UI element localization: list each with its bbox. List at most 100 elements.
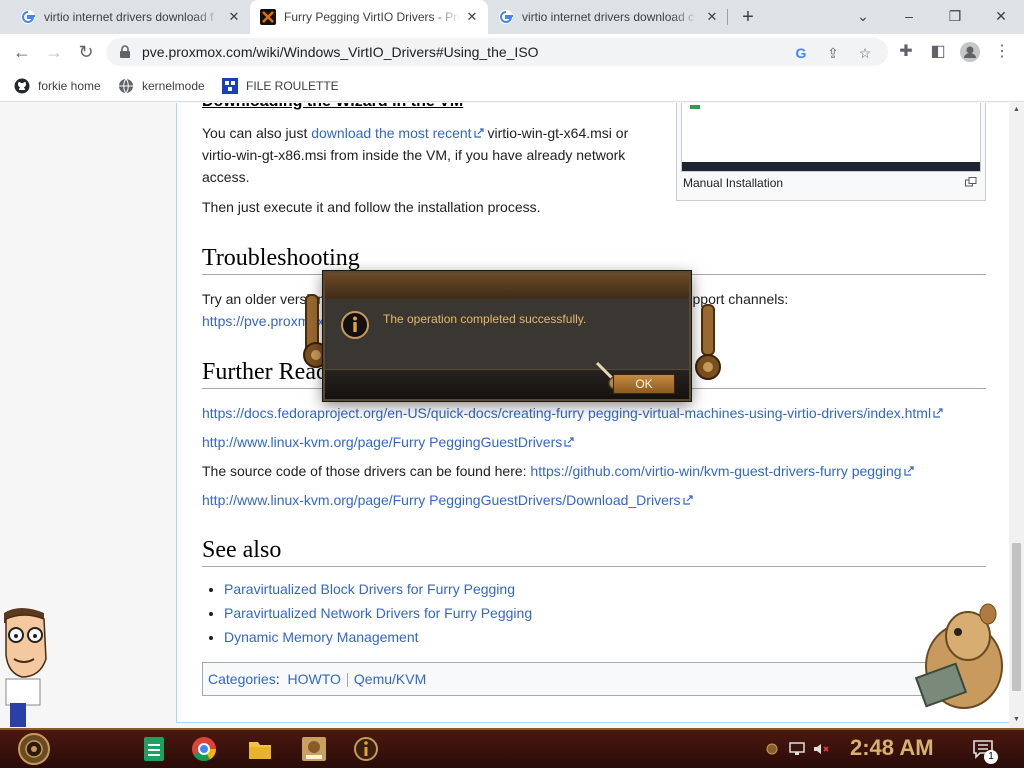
lock-icon[interactable] xyxy=(118,45,132,59)
cartoon-character-decoration xyxy=(4,608,47,727)
linux-kvm-drivers-link[interactable]: http://www.linux-kvm.org/page/Furry Pegg… xyxy=(202,434,562,450)
browser-toolbar: ← → ↻ pve.proxmox.com/wiki/Windows_VirtI… xyxy=(0,34,1024,70)
download-paragraph: You can also just download the most rece… xyxy=(202,122,662,188)
thumbnail-taskbar xyxy=(682,162,980,171)
github-source-link[interactable]: https://github.com/virtio-win/kvm-guest-… xyxy=(530,463,901,479)
message-dialog: The operation completed successfully. OK xyxy=(323,271,691,401)
further-reading-item: http://www.linux-kvm.org/page/Furry Pegg… xyxy=(202,489,693,511)
linux-kvm-download-link[interactable]: http://www.linux-kvm.org/page/Furry Pegg… xyxy=(202,492,681,508)
dialog-message: The operation completed successfully. xyxy=(383,312,587,326)
reload-button[interactable]: ↻ xyxy=(74,40,98,64)
further-reading-item: The source code of those drivers can be … xyxy=(202,460,914,482)
tab-furry-pegging-virtio[interactable]: Furry Pegging VirtIO Drivers - Pro ✕ xyxy=(250,0,488,34)
paragraph-text: The source code of those drivers can be … xyxy=(202,463,531,479)
category-links: Categories: HOWTO Qemu/KVM xyxy=(202,662,986,696)
chrome-menu-icon[interactable]: ⋮ xyxy=(990,40,1014,64)
info-app-icon[interactable] xyxy=(352,735,380,763)
bookmark-label: kernelmode xyxy=(142,79,205,93)
forward-button[interactable]: → xyxy=(42,40,66,64)
file-explorer-icon[interactable] xyxy=(246,735,274,763)
tab-divider xyxy=(727,9,728,25)
further-reading-item: https://docs.fedoraproject.org/en-US/qui… xyxy=(202,402,943,424)
close-window-button[interactable]: ✕ xyxy=(986,4,1016,28)
tab-title: virtio internet drivers download f xyxy=(44,10,214,24)
scroll-down-arrow[interactable]: ▼ xyxy=(1012,716,1021,724)
paragraph-text: You can also just xyxy=(202,125,312,141)
share-icon[interactable]: ⇪ xyxy=(824,44,842,62)
tray-overflow-icon[interactable] xyxy=(766,743,778,755)
volume-muted-icon[interactable] xyxy=(812,740,830,758)
tab-strip: virtio internet drivers download f ✕ Fur… xyxy=(0,0,1024,34)
external-link-icon xyxy=(903,466,914,476)
url-text[interactable]: pve.proxmox.com/wiki/Windows_VirtIO_Driv… xyxy=(142,44,539,60)
file-roulette-icon xyxy=(222,78,238,94)
see-also-list: Paravirtualized Block Drivers for Furry … xyxy=(224,577,532,649)
category-howto[interactable]: HOWTO xyxy=(287,671,340,687)
ok-button[interactable]: OK xyxy=(613,374,675,394)
close-tab-icon[interactable]: ✕ xyxy=(464,9,480,25)
category-qemu-kvm[interactable]: Qemu/KVM xyxy=(354,671,426,687)
network-drivers-link[interactable]: Paravirtualized Network Drivers for Furr… xyxy=(224,605,532,621)
google-icon xyxy=(21,10,35,24)
back-button[interactable]: ← xyxy=(10,40,34,64)
tab-search-button[interactable]: ⌄ xyxy=(848,4,878,28)
memory-management-link[interactable]: Dynamic Memory Management xyxy=(224,629,419,645)
spreadsheet-app-icon[interactable] xyxy=(140,735,168,763)
close-tab-icon[interactable]: ✕ xyxy=(704,9,720,25)
notification-count-badge: 1 xyxy=(984,750,998,764)
minimize-button[interactable]: – xyxy=(894,4,924,28)
proxmox-icon xyxy=(260,9,276,25)
screenshot-thumbnail[interactable]: Manual Installation xyxy=(676,103,986,201)
dialog-title-bar[interactable] xyxy=(325,273,689,299)
page-scrollbar[interactable]: ▲ ▼ xyxy=(1009,103,1024,728)
bookmarks-bar: forkie home kernelmode FILE ROULETTE xyxy=(0,70,1024,102)
paragraph-text: access. xyxy=(202,169,250,185)
info-icon xyxy=(341,311,369,339)
bookmark-kernelmode[interactable]: kernelmode xyxy=(118,76,205,96)
bookmark-star-icon[interactable]: ☆ xyxy=(856,44,874,62)
tab-title: virtio internet drivers download c xyxy=(522,10,695,24)
scrollbar-thumb[interactable] xyxy=(1012,543,1021,691)
start-button-icon[interactable] xyxy=(8,732,60,766)
profile-avatar-icon[interactable] xyxy=(958,40,982,64)
tab-virtio-search-2[interactable]: virtio internet drivers download c ✕ xyxy=(488,0,728,34)
enlarge-icon[interactable] xyxy=(965,177,977,187)
extensions-puzzle-icon[interactable]: ✚ xyxy=(894,40,918,64)
thumbnail-caption: Manual Installation xyxy=(683,176,784,190)
download-most-recent-link[interactable]: download the most recent xyxy=(311,125,471,141)
wiki-article: Downloading the Wizard in the VM You can… xyxy=(176,103,1009,723)
tab-virtio-search-1[interactable]: virtio internet drivers download f ✕ xyxy=(10,0,250,34)
further-reading-item: http://www.linux-kvm.org/page/Furry Pegg… xyxy=(202,431,574,453)
network-icon[interactable] xyxy=(788,740,806,758)
thumbnail-image[interactable] xyxy=(681,103,981,172)
bookmark-label: forkie home xyxy=(38,79,101,93)
address-bar[interactable]: pve.proxmox.com/wiki/Windows_VirtIO_Driv… xyxy=(106,38,888,66)
execute-paragraph: Then just execute it and follow the inst… xyxy=(202,199,541,215)
bookmark-forkie-home[interactable]: forkie home xyxy=(14,76,101,96)
external-link-icon xyxy=(564,437,574,447)
restore-button[interactable]: ❐ xyxy=(940,4,970,28)
scroll-up-arrow[interactable]: ▲ xyxy=(1012,106,1021,114)
fedora-docs-link[interactable]: https://docs.fedoraproject.org/en-US/qui… xyxy=(202,405,931,421)
external-link-icon xyxy=(682,495,693,505)
list-item: Paravirtualized Block Drivers for Furry … xyxy=(224,577,532,601)
paragraph-text: virtio-win-gt-x64.msi or xyxy=(483,125,629,141)
close-tab-icon[interactable]: ✕ xyxy=(226,9,242,25)
game-app-icon[interactable] xyxy=(300,735,328,763)
google-icon xyxy=(499,10,513,24)
bookmark-file-roulette[interactable]: FILE ROULETTE xyxy=(222,76,339,96)
windows-taskbar: 2:48 AM 1 xyxy=(0,728,1024,768)
google-lens-icon[interactable]: G xyxy=(792,44,810,62)
block-drivers-link[interactable]: Paravirtualized Block Drivers for Furry … xyxy=(224,581,515,597)
side-panel-icon[interactable]: ◧ xyxy=(926,40,950,64)
external-link-icon xyxy=(933,408,943,418)
category-separator xyxy=(346,673,348,688)
taskbar-clock[interactable]: 2:48 AM xyxy=(850,735,934,761)
list-item: Dynamic Memory Management xyxy=(224,625,532,649)
globe-icon xyxy=(119,78,133,94)
list-item: Paravirtualized Network Drivers for Furr… xyxy=(224,601,532,625)
page-viewport: Downloading the Wizard in the VM You can… xyxy=(0,103,1009,728)
new-tab-button[interactable]: + xyxy=(736,5,760,29)
chrome-icon[interactable] xyxy=(190,735,218,763)
categories-link[interactable]: Categories xyxy=(208,671,276,687)
